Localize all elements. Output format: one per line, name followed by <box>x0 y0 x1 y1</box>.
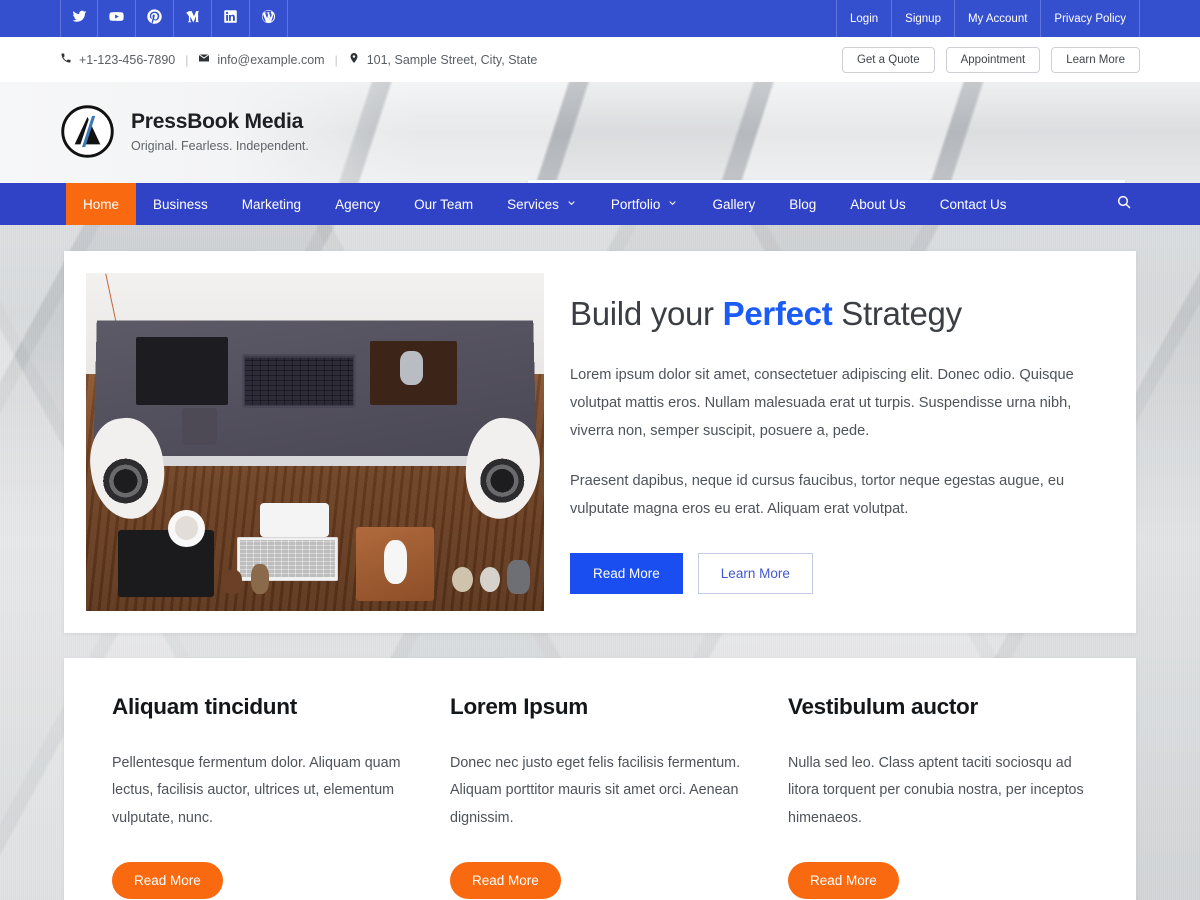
hero-panel: Build your Perfect Strategy Lorem ipsum … <box>64 251 1136 633</box>
top-utility-links: Login Signup My Account Privacy Policy <box>836 0 1140 37</box>
feature-card: Aliquam tincidunt Pellentesque fermentum… <box>98 694 426 900</box>
phone-icon <box>60 52 72 67</box>
site-title: PressBook Media <box>131 110 304 133</box>
hero-image <box>86 273 544 611</box>
card-title: Aliquam tincidunt <box>112 694 297 719</box>
card-text: Nulla sed leo. Class aptent taciti socio… <box>788 755 1084 826</box>
contact-bar: +1-123-456-7890 | info@example.com | 101… <box>0 37 1200 82</box>
top-link-signup[interactable]: Signup <box>891 0 954 37</box>
top-link-privacy-policy[interactable]: Privacy Policy <box>1040 0 1140 37</box>
feature-card: Lorem Ipsum Donec nec justo eget felis f… <box>436 694 764 900</box>
nav-label: Marketing <box>241 196 302 212</box>
hero-actions: Read More Learn More <box>570 553 1112 595</box>
contact-separator-1: | <box>185 52 189 67</box>
card-title: Lorem Ipsum <box>450 694 588 719</box>
hero-title-highlight: Perfect <box>722 295 833 332</box>
nav-label: Services <box>507 196 559 212</box>
contact-separator-2: | <box>334 52 338 67</box>
appointment-button[interactable]: Appointment <box>945 46 1041 73</box>
nav-item-agency[interactable]: Agency <box>318 183 397 225</box>
card-read-more-button[interactable]: Read More <box>112 862 223 900</box>
top-link-my-account[interactable]: My Account <box>953 0 1040 37</box>
social-links <box>60 0 288 37</box>
feature-card: Vestibulum auctor Nulla sed leo. Class a… <box>774 694 1102 900</box>
nav-label: Portfolio <box>610 196 661 212</box>
hero-paragraph-1: Lorem ipsum dolor sit amet, consectetuer… <box>570 367 1074 440</box>
social-link-linkedin[interactable] <box>212 0 250 37</box>
card-text: Pellentesque fermentum dolor. Aliquam qu… <box>112 755 401 826</box>
brand-text: PressBook Media Original. Fearless. Inde… <box>131 110 309 153</box>
chevron-down-icon <box>566 197 577 212</box>
contact-email[interactable]: info@example.com <box>198 52 325 67</box>
nav-item-about-us[interactable]: About Us <box>833 183 923 225</box>
contact-address: 101, Sample Street, City, State <box>348 52 538 67</box>
hero-title-before: Build your <box>570 295 723 332</box>
youtube-icon <box>109 9 124 29</box>
brand[interactable]: PressBook Media Original. Fearless. Inde… <box>60 104 309 159</box>
location-pin-icon <box>348 52 360 67</box>
card-title: Vestibulum auctor <box>788 694 978 719</box>
card-text: Donec nec justo eget felis facilisis fer… <box>450 755 741 826</box>
hero-read-more-button[interactable]: Read More <box>570 553 683 595</box>
social-link-youtube[interactable] <box>98 0 136 37</box>
top-social-bar: Login Signup My Account Privacy Policy <box>0 0 1200 37</box>
mail-icon <box>198 52 210 67</box>
address-text: 101, Sample Street, City, State <box>366 52 538 67</box>
nav-label: Our Team <box>414 196 474 212</box>
page-root: Login Signup My Account Privacy Policy +… <box>0 0 1200 900</box>
nav-item-services[interactable]: Services <box>490 183 594 225</box>
get-a-quote-button[interactable]: Get a Quote <box>841 46 935 73</box>
nav-label: Gallery <box>712 196 756 212</box>
twitter-icon <box>72 9 87 29</box>
nav-label: Business <box>153 196 208 212</box>
chevron-down-icon <box>667 197 678 212</box>
social-link-pinterest[interactable] <box>136 0 174 37</box>
contact-phone[interactable]: +1-123-456-7890 <box>60 52 175 67</box>
nav-label: About Us <box>850 196 906 212</box>
nav-label: Agency <box>335 196 381 212</box>
email-address: info@example.com <box>217 52 325 67</box>
social-link-twitter[interactable] <box>60 0 98 37</box>
pinterest-icon <box>147 8 162 29</box>
medium-icon <box>185 9 200 29</box>
hero-paragraph-2: Praesent dapibus, neque id cursus faucib… <box>570 473 1065 518</box>
nav-label: Blog <box>789 196 817 212</box>
nav-item-our-team[interactable]: Our Team <box>397 183 490 225</box>
nav-label: Contact Us <box>939 196 1007 212</box>
nav-item-contact-us[interactable]: Contact Us <box>923 183 1024 225</box>
card-read-more-button[interactable]: Read More <box>450 862 561 900</box>
social-link-medium[interactable] <box>174 0 212 37</box>
learn-more-button[interactable]: Learn More <box>1051 46 1140 73</box>
nav-item-blog[interactable]: Blog <box>772 183 833 225</box>
nav-item-gallery[interactable]: Gallery <box>695 183 772 225</box>
feature-cards: Aliquam tincidunt Pellentesque fermentum… <box>64 658 1136 900</box>
main-navigation: Home Business Marketing Agency Our Team … <box>0 183 1200 225</box>
nav-item-portfolio[interactable]: Portfolio <box>594 183 696 225</box>
social-link-wordpress[interactable] <box>250 0 288 37</box>
contact-actions: Get a Quote Appointment Learn More <box>841 46 1140 73</box>
wordpress-icon <box>261 9 276 29</box>
site-header: PressBook Media Original. Fearless. Inde… <box>0 82 1200 183</box>
nav-item-home[interactable]: Home <box>66 183 137 225</box>
contact-info: +1-123-456-7890 | info@example.com | 101… <box>60 52 537 67</box>
card-read-more-button[interactable]: Read More <box>788 862 899 900</box>
site-tagline: Original. Fearless. Independent. <box>131 139 309 153</box>
hero-title: Build your Perfect Strategy <box>570 295 1112 333</box>
nav-item-marketing[interactable]: Marketing <box>225 183 318 225</box>
linkedin-icon <box>223 9 238 29</box>
phone-number: +1-123-456-7890 <box>79 52 176 67</box>
hero-learn-more-button[interactable]: Learn More <box>697 553 813 595</box>
hero-title-after: Strategy <box>832 295 962 332</box>
nav-item-business[interactable]: Business <box>136 183 225 225</box>
site-logo-icon <box>60 104 115 159</box>
top-link-login[interactable]: Login <box>836 0 891 37</box>
search-icon <box>1116 194 1132 215</box>
nav-label: Home <box>83 196 120 212</box>
nav-search-button[interactable] <box>1108 183 1140 225</box>
hero-content: Build your Perfect Strategy Lorem ipsum … <box>570 273 1112 611</box>
